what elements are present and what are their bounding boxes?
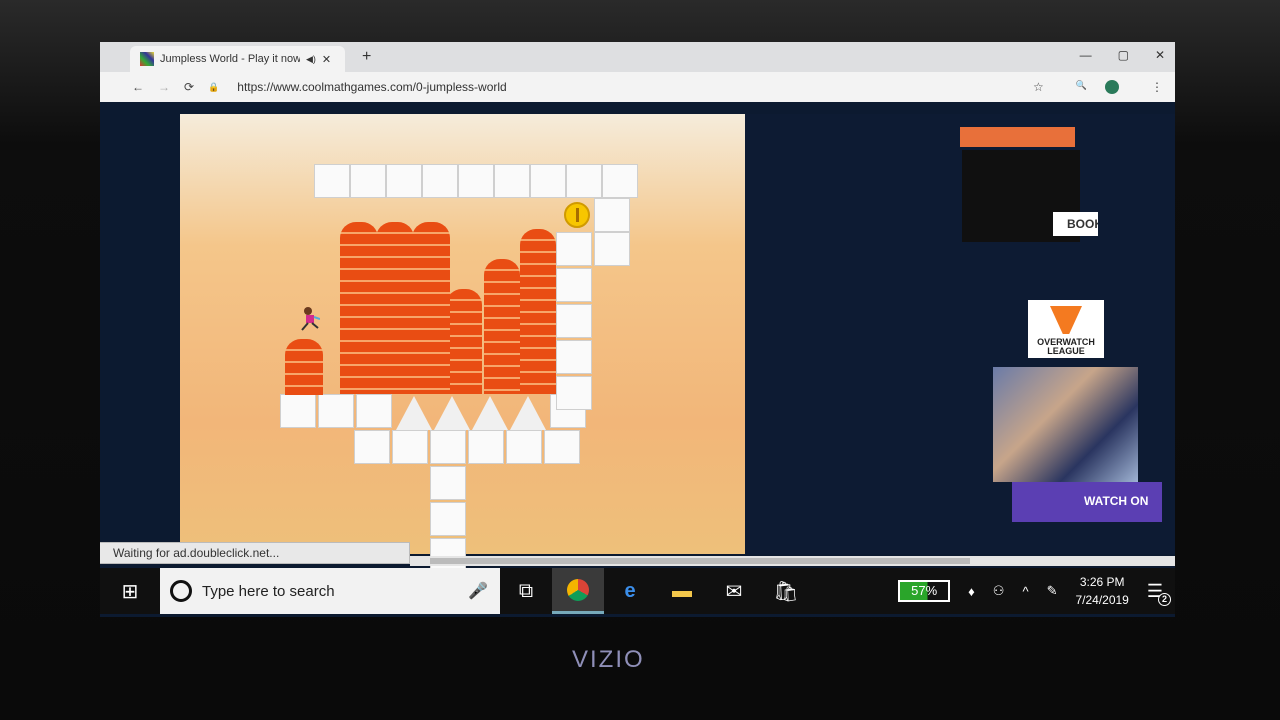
- ceiling-tile: [350, 164, 386, 198]
- task-view-icon[interactable]: ⧉: [500, 568, 552, 614]
- ceiling-tile: [602, 164, 638, 198]
- ceiling-tile: [494, 164, 530, 198]
- screen: Jumpless World - Play it now ◀) ✕ + — ▢ …: [100, 42, 1175, 617]
- status-bar: Waiting for ad.doubleclick.net...: [100, 542, 410, 564]
- lava-pillar: [340, 222, 378, 394]
- lava-pillar: [484, 259, 520, 394]
- mail-icon[interactable]: ✉: [708, 568, 760, 614]
- spike: [434, 396, 470, 430]
- url-field[interactable]: https://www.coolmathgames.com/0-jumpless…: [237, 80, 506, 94]
- lava-pillar: [285, 339, 323, 395]
- floor-tile: [430, 502, 466, 536]
- people-icon[interactable]: ⚇: [993, 583, 1005, 599]
- floor-tile: [430, 466, 466, 500]
- floor-tile: [468, 430, 504, 464]
- tab-title: Jumpless World - Play it now: [160, 53, 300, 65]
- battery-indicator[interactable]: 57%: [898, 580, 951, 602]
- spike: [510, 396, 546, 430]
- cortana-icon: [170, 580, 192, 602]
- browser-tab[interactable]: Jumpless World - Play it now ◀) ✕: [130, 46, 345, 72]
- spike: [396, 396, 432, 430]
- tray-chevron-icon[interactable]: ^: [1022, 584, 1028, 599]
- ad-watch-button[interactable]: WATCH ON: [1012, 482, 1162, 522]
- file-explorer-icon[interactable]: ▬: [656, 568, 708, 614]
- profile-avatar[interactable]: [1105, 80, 1119, 94]
- mute-icon[interactable]: ◀): [306, 54, 316, 65]
- scrollbar-thumb[interactable]: [430, 558, 970, 564]
- floor-tile: [392, 430, 428, 464]
- ceiling-tile: [566, 164, 602, 198]
- floor-tile: [356, 394, 392, 428]
- forward-button[interactable]: →: [158, 80, 170, 94]
- bookmark-star-icon[interactable]: ☆: [1033, 80, 1044, 94]
- back-button[interactable]: ←: [132, 80, 144, 94]
- ad-image-top[interactable]: [960, 127, 1075, 147]
- pen-icon[interactable]: ✎: [1047, 583, 1058, 599]
- ceiling-tile: [314, 164, 350, 198]
- lock-icon: 🔒: [208, 81, 220, 92]
- address-bar: ← → ⟳ 🔒 https://www.coolmathgames.com/0-…: [100, 72, 1175, 102]
- wall-tile: [556, 232, 592, 266]
- horizontal-scrollbar[interactable]: [410, 556, 1175, 566]
- wall-tile: [556, 340, 592, 374]
- lava-pillar: [520, 229, 556, 394]
- ceiling-tile: [386, 164, 422, 198]
- reload-button[interactable]: ⟳: [184, 80, 194, 94]
- ceiling-tile: [458, 164, 494, 198]
- wall-tile: [556, 304, 592, 338]
- ad-book-button[interactable]: BOOK: [1053, 212, 1098, 236]
- menu-icon[interactable]: ⋮: [1151, 80, 1163, 94]
- maximize-button[interactable]: ▢: [1118, 48, 1129, 62]
- zoom-icon[interactable]: 🔍: [1076, 80, 1087, 94]
- new-tab-button[interactable]: +: [362, 48, 371, 66]
- overwatch-league-logo[interactable]: OVERWATCH LEAGUE: [1028, 300, 1104, 358]
- notification-count: 2: [1158, 592, 1171, 606]
- ceiling-tile: [422, 164, 458, 198]
- game-canvas[interactable]: [180, 114, 745, 572]
- ad-photo[interactable]: [993, 367, 1138, 482]
- floor-tile: [430, 538, 466, 572]
- wall-tile: [556, 376, 592, 410]
- lava-pillar: [412, 222, 450, 394]
- floor-tile: [280, 394, 316, 428]
- wall-tile: [594, 198, 630, 232]
- floor-tile: [506, 430, 542, 464]
- spike: [472, 396, 508, 430]
- microphone-icon[interactable]: 🎤: [468, 581, 488, 601]
- coin: [564, 202, 590, 228]
- time: 3:26 PM: [1079, 575, 1125, 589]
- minimize-button[interactable]: —: [1080, 48, 1092, 62]
- chrome-icon[interactable]: [552, 568, 604, 614]
- favicon-icon: [140, 52, 154, 66]
- search-placeholder: Type here to search: [202, 582, 335, 600]
- wall-tile: [556, 268, 592, 302]
- lava-pillar: [376, 222, 414, 394]
- power-icon[interactable]: ♦: [968, 584, 975, 599]
- floor-tile: [544, 430, 580, 464]
- notification-icon[interactable]: ☰ 2: [1147, 581, 1171, 606]
- date: 7/24/2019: [1075, 593, 1129, 607]
- vizio-logo: VIZIO: [572, 646, 645, 673]
- floor-tile: [430, 430, 466, 464]
- tab-close-icon[interactable]: ✕: [322, 53, 331, 66]
- tab-bar: Jumpless World - Play it now ◀) ✕ + — ▢ …: [100, 42, 1175, 72]
- wall-tile: [594, 232, 630, 266]
- taskbar: ⊞ Type here to search 🎤 ⧉ e ▬ ✉ 🛍 57% ♦ …: [100, 568, 1175, 614]
- store-icon[interactable]: 🛍: [760, 568, 812, 614]
- floor-tile: [318, 394, 354, 428]
- start-button[interactable]: ⊞: [100, 579, 160, 604]
- edge-icon[interactable]: e: [604, 568, 656, 614]
- clock[interactable]: 3:26 PM 7/24/2019: [1075, 573, 1128, 609]
- ceiling-tile: [530, 164, 566, 198]
- close-button[interactable]: ✕: [1155, 48, 1165, 62]
- floor-tile: [354, 430, 390, 464]
- lava-pillar: [446, 289, 482, 394]
- taskbar-search[interactable]: Type here to search 🎤: [160, 568, 500, 614]
- player-character: [301, 307, 320, 331]
